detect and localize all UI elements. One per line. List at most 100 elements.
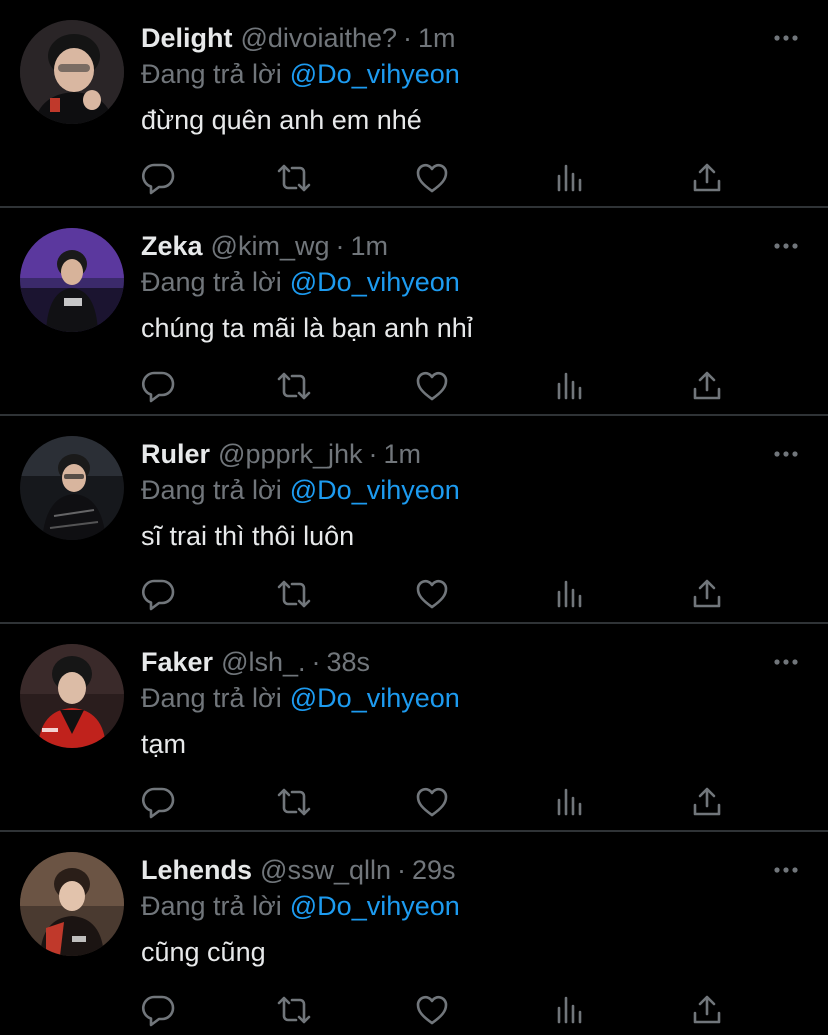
share-button[interactable]: [687, 782, 727, 822]
timestamp[interactable]: 29s: [412, 855, 456, 885]
share-button[interactable]: [687, 574, 727, 614]
retweet-arrows-icon: [277, 580, 311, 608]
more-dots-icon: [774, 867, 798, 873]
reply-bubble-icon: [142, 579, 175, 611]
share-upload-icon: [693, 163, 721, 192]
more-options-button[interactable]: [772, 444, 800, 464]
replying-to: Đang trả lời @Do_vihyeon: [141, 472, 460, 508]
retweet-button[interactable]: [274, 782, 314, 822]
mention-link[interactable]: @Do_vihyeon: [290, 59, 460, 89]
bar-chart-icon: [557, 788, 582, 816]
more-options-button[interactable]: [772, 28, 800, 48]
reply-button[interactable]: [138, 782, 178, 822]
like-button[interactable]: [412, 574, 452, 614]
tweet-text: tạm: [141, 729, 187, 759]
view-stats-button[interactable]: [550, 574, 590, 614]
user-handle[interactable]: @kim_wg: [211, 231, 330, 261]
tweet-text: đừng quên anh em nhé: [141, 105, 422, 135]
reply-button[interactable]: [138, 366, 178, 406]
share-upload-icon: [693, 787, 721, 816]
reply-bubble-icon: [142, 787, 175, 819]
bar-chart-icon: [557, 580, 582, 608]
more-dots-icon: [774, 243, 798, 249]
more-options-button[interactable]: [772, 236, 800, 256]
replying-prefix: Đang trả lời: [141, 59, 282, 89]
timestamp[interactable]: 1m: [418, 23, 456, 53]
more-dots-icon: [774, 35, 798, 41]
timestamp[interactable]: 1m: [384, 439, 422, 469]
mention-link[interactable]: @Do_vihyeon: [290, 891, 460, 921]
user-handle[interactable]: @ssw_qlln: [260, 855, 391, 885]
heart-icon: [416, 579, 448, 609]
reply-tweet[interactable]: Ruler @ppprk_jhk · 1m Đang trả lời @Do_vihye…: [0, 416, 828, 624]
replying-to: Đang trả lời @Do_vihyeon: [141, 680, 460, 716]
timestamp[interactable]: 38s: [327, 647, 371, 677]
avatar[interactable]: [20, 20, 124, 124]
mention-link[interactable]: @Do_vihyeon: [290, 267, 460, 297]
view-stats-button[interactable]: [550, 366, 590, 406]
display-name[interactable]: Zeka: [141, 231, 203, 261]
more-dots-icon: [774, 451, 798, 457]
replying-prefix: Đang trả lời: [141, 891, 282, 921]
reply-tweet[interactable]: Lehends @ssw_qlln · 29s Đang trả lời @Do_vih…: [0, 832, 828, 1035]
avatar[interactable]: [20, 644, 124, 748]
replying-prefix: Đang trả lời: [141, 683, 282, 713]
retweet-button[interactable]: [274, 158, 314, 198]
separator-dot: ·: [335, 231, 345, 261]
share-upload-icon: [693, 995, 721, 1024]
timestamp[interactable]: 1m: [350, 231, 388, 261]
replying-to: Đang trả lời @Do_vihyeon: [141, 264, 460, 300]
tweet-header: Faker @lsh_. · 38s: [141, 644, 370, 680]
reply-tweet[interactable]: Faker @lsh_. · 38s Đang trả lời @Do_vihyeon …: [0, 624, 828, 832]
like-button[interactable]: [412, 158, 452, 198]
display-name[interactable]: Lehends: [141, 855, 252, 885]
view-stats-button[interactable]: [550, 990, 590, 1030]
reply-button[interactable]: [138, 158, 178, 198]
action-bar: [0, 574, 828, 614]
reply-bubble-icon: [142, 371, 175, 403]
reply-tweet[interactable]: Delight @divoiaithe? · 1m Đang trả lời @Do_v…: [0, 0, 828, 208]
retweet-arrows-icon: [277, 164, 311, 192]
share-upload-icon: [693, 579, 721, 608]
retweet-button[interactable]: [274, 366, 314, 406]
like-button[interactable]: [412, 990, 452, 1030]
replying-prefix: Đang trả lời: [141, 267, 282, 297]
reply-button[interactable]: [138, 574, 178, 614]
mention-link[interactable]: @Do_vihyeon: [290, 683, 460, 713]
share-button[interactable]: [687, 990, 727, 1030]
avatar[interactable]: [20, 436, 124, 540]
like-button[interactable]: [412, 782, 452, 822]
share-button[interactable]: [687, 158, 727, 198]
retweet-arrows-icon: [277, 788, 311, 816]
reply-tweet[interactable]: Zeka @kim_wg · 1m Đang trả lời @Do_vihyeon c…: [0, 208, 828, 416]
separator-dot: ·: [403, 23, 413, 53]
tweet-header: Lehends @ssw_qlln · 29s: [141, 852, 456, 888]
view-stats-button[interactable]: [550, 158, 590, 198]
avatar[interactable]: [20, 228, 124, 332]
more-options-button[interactable]: [772, 860, 800, 880]
separator-dot: ·: [396, 855, 406, 885]
heart-icon: [416, 371, 448, 401]
user-handle[interactable]: @divoiaithe?: [241, 23, 398, 53]
reply-bubble-icon: [142, 163, 175, 195]
user-handle[interactable]: @lsh_.: [221, 647, 305, 677]
replying-to: Đang trả lời @Do_vihyeon: [141, 56, 460, 92]
user-handle[interactable]: @ppprk_jhk: [218, 439, 362, 469]
reply-button[interactable]: [138, 990, 178, 1030]
action-bar: [0, 158, 828, 198]
mention-link[interactable]: @Do_vihyeon: [290, 475, 460, 505]
tweet-header: Zeka @kim_wg · 1m: [141, 228, 388, 264]
display-name[interactable]: Faker: [141, 647, 213, 677]
avatar[interactable]: [20, 852, 124, 956]
retweet-button[interactable]: [274, 574, 314, 614]
retweet-button[interactable]: [274, 990, 314, 1030]
like-button[interactable]: [412, 366, 452, 406]
reply-feed: Delight @divoiaithe? · 1m Đang trả lời @Do_v…: [0, 0, 828, 1035]
replying-to: Đang trả lời @Do_vihyeon: [141, 888, 460, 924]
share-button[interactable]: [687, 366, 727, 406]
more-options-button[interactable]: [772, 652, 800, 672]
view-stats-button[interactable]: [550, 782, 590, 822]
display-name[interactable]: Ruler: [141, 439, 210, 469]
display-name[interactable]: Delight: [141, 23, 233, 53]
heart-icon: [416, 995, 448, 1025]
